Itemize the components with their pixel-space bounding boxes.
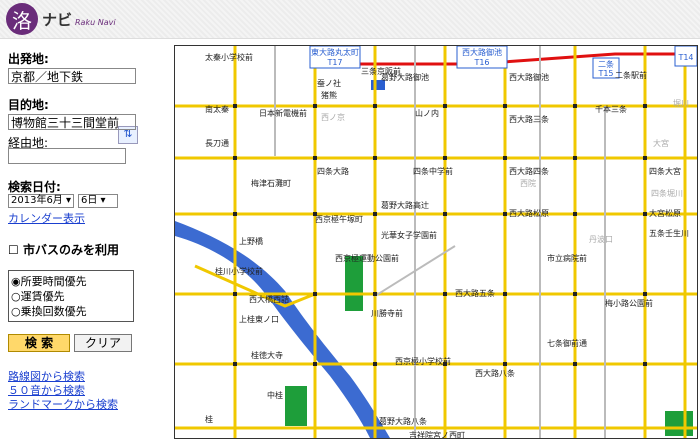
stop-label[interactable]: 西京極午塚町 bbox=[315, 214, 363, 224]
stop-label[interactable]: 梅小路公園前 bbox=[605, 298, 653, 308]
search-button[interactable]: 検 索 bbox=[8, 334, 70, 352]
badge-top: 東大路丸太町 bbox=[311, 47, 359, 57]
day-select[interactable]: 6日 ▾ bbox=[78, 194, 118, 208]
stop-label[interactable]: 西大路松原 bbox=[509, 208, 549, 218]
stop-label[interactable]: 市立病院前 bbox=[547, 253, 587, 263]
park-shape bbox=[345, 256, 363, 311]
logo-name: ナビ bbox=[42, 11, 73, 29]
stop-label[interactable]: 五条壬生川 bbox=[649, 228, 689, 238]
stop-label[interactable]: 西ノ京 bbox=[321, 112, 345, 122]
stop-label[interactable]: 丹波口 bbox=[589, 234, 613, 244]
day-value: 6日 bbox=[81, 195, 98, 206]
sort-radio-fare[interactable]: ○運賃優先 bbox=[11, 288, 65, 304]
stop-label[interactable]: 四条大路 bbox=[317, 166, 349, 176]
stop-label[interactable]: 蚕ノ社 bbox=[317, 78, 341, 88]
stop-label[interactable]: 吉祥院宮ノ西町 bbox=[409, 430, 465, 438]
stop-label[interactable]: 四条大宮 bbox=[649, 166, 681, 176]
park-shape bbox=[665, 411, 693, 436]
sort-radio-transfers[interactable]: ○乗換回数優先 bbox=[11, 303, 87, 319]
stop-label[interactable]: 長刀通 bbox=[205, 138, 229, 148]
badge-top: 西大路御池 bbox=[462, 47, 502, 57]
stop-label[interactable]: 四条中学前 bbox=[413, 166, 453, 176]
stop-label[interactable]: 堀川 bbox=[673, 99, 689, 108]
park-shape bbox=[285, 386, 307, 426]
route-badge[interactable]: 東大路丸太町 T17 bbox=[309, 46, 361, 69]
stop-label[interactable]: 西大路御池 bbox=[509, 72, 549, 82]
logo-subtitle: Raku Navi bbox=[75, 18, 116, 27]
citybus-only-checkbox[interactable]: ☐ 市バスのみを利用 bbox=[8, 241, 119, 258]
calendar-link[interactable]: カレンダー表示 bbox=[8, 210, 85, 226]
stop-label[interactable]: 大宮松原 bbox=[649, 208, 681, 218]
year-month-value: 2013年6月 bbox=[11, 195, 63, 206]
stop-label[interactable]: 日本新電機前 bbox=[259, 108, 307, 118]
stop-label[interactable]: 川勝寺前 bbox=[371, 308, 403, 318]
stop-label[interactable]: 西大路八条 bbox=[475, 368, 515, 378]
stop-label[interactable]: 葛野大路八条 bbox=[379, 416, 427, 426]
clear-button[interactable]: クリア bbox=[74, 334, 132, 352]
stop-label[interactable]: 中桂 bbox=[267, 390, 283, 400]
app-header: 洛 ナビ Raku Navi bbox=[0, 0, 700, 39]
year-month-select[interactable]: 2013年6月 ▾ bbox=[8, 194, 74, 208]
via-input[interactable] bbox=[8, 148, 126, 164]
stop-label[interactable]: 太秦小学校前 bbox=[205, 52, 253, 62]
logo-seal-icon: 洛 bbox=[6, 3, 38, 35]
badge-top: 二条 bbox=[598, 59, 614, 69]
stop-label[interactable]: 上野橋 bbox=[239, 236, 263, 246]
stop-label[interactable]: 南太秦 bbox=[205, 104, 229, 114]
from-label: 出発地: bbox=[8, 52, 49, 66]
sort-options-box: ◉所要時間優先 ○運賃優先 ○乗換回数優先 bbox=[8, 270, 134, 322]
stop-label[interactable]: 西大路三条 bbox=[509, 114, 549, 124]
stop-label[interactable]: 西京極運動公園前 bbox=[335, 253, 399, 263]
stop-label[interactable]: 千本三条 bbox=[595, 104, 627, 114]
landmark-search-link[interactable]: ランドマークから検索 bbox=[8, 396, 118, 412]
stop-label[interactable]: 西大路五条 bbox=[455, 288, 495, 298]
stop-label[interactable]: 梅津石灘町 bbox=[251, 178, 291, 188]
to-label: 目的地: bbox=[8, 98, 49, 112]
stop-label[interactable]: 猪熊 bbox=[321, 90, 337, 100]
stop-label[interactable]: 葛野大路御池 bbox=[381, 72, 429, 82]
route-map[interactable]: 東大路丸太町 T17 西大路御池 T16 二条 T15 T14 太秦小学校前 三… bbox=[174, 45, 698, 439]
sort-option-label: 乗換回数優先 bbox=[20, 305, 87, 318]
to-input[interactable]: 博物館三十三間堂前 bbox=[8, 114, 136, 130]
sort-option-label: 所要時間優先 bbox=[20, 275, 87, 288]
stop-label[interactable]: 桂 bbox=[205, 414, 213, 424]
sort-option-label: 運賃優先 bbox=[20, 290, 65, 303]
stop-label[interactable]: 西京極小学校前 bbox=[395, 356, 451, 366]
badge-bottom: T15 bbox=[597, 69, 613, 78]
stop-label[interactable]: 光華女子学園前 bbox=[381, 230, 437, 240]
route-badge[interactable]: T14 bbox=[674, 46, 697, 67]
stop-label[interactable]: 西大路四条 bbox=[509, 166, 549, 176]
stop-label[interactable]: 四条堀川 bbox=[651, 188, 683, 198]
stop-label[interactable]: 上桂東ノ口 bbox=[239, 314, 279, 324]
route-badge[interactable]: 西大路御池 T16 bbox=[456, 46, 508, 69]
from-input[interactable]: 京都／地下鉄 bbox=[8, 68, 136, 84]
stop-label[interactable]: 大宮 bbox=[653, 138, 669, 148]
stop-label[interactable]: 西大橋西詰 bbox=[249, 294, 289, 304]
stop-label[interactable]: 西院 bbox=[520, 178, 536, 188]
route-map-svg: 東大路丸太町 T17 西大路御池 T16 二条 T15 T14 太秦小学校前 三… bbox=[175, 46, 697, 438]
search-panel: 出発地: 京都／地下鉄 目的地: ⇅ 博物館三十三間堂前 経由地: 検索日付: … bbox=[0, 38, 170, 438]
stop-label[interactable]: 桂川小学校前 bbox=[215, 266, 263, 276]
stop-label[interactable]: 二条駅前 bbox=[615, 70, 647, 80]
sort-radio-time[interactable]: ◉所要時間優先 bbox=[11, 273, 87, 289]
badge-bottom: T16 bbox=[473, 58, 489, 67]
stop-label[interactable]: 七条御前通 bbox=[547, 338, 587, 348]
badge-bottom: T14 bbox=[677, 53, 693, 62]
badge-bottom: T17 bbox=[326, 58, 342, 67]
stop-label[interactable]: 山ノ内 bbox=[415, 108, 439, 118]
stop-label[interactable]: 葛野大路高辻 bbox=[381, 200, 429, 210]
date-label: 検索日付: bbox=[8, 180, 61, 194]
citybus-only-label: 市バスのみを利用 bbox=[22, 243, 119, 257]
stop-label[interactable]: 桂徳大寺 bbox=[251, 350, 283, 360]
